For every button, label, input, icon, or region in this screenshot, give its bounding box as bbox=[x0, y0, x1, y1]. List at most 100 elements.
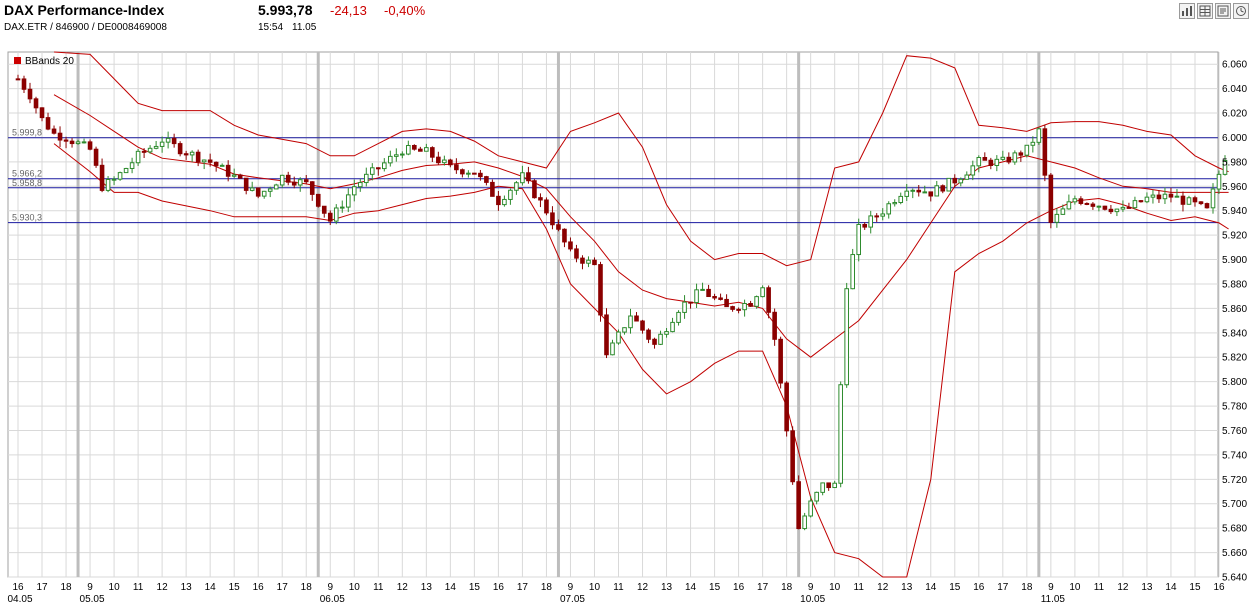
candle-up bbox=[1150, 194, 1156, 198]
candle-up bbox=[694, 289, 699, 303]
candle-down bbox=[448, 159, 453, 166]
candle-up bbox=[946, 177, 952, 192]
candle-down bbox=[526, 172, 531, 182]
candle-up bbox=[904, 190, 910, 197]
candle-up bbox=[958, 178, 964, 184]
candle-up bbox=[844, 288, 849, 386]
candle-down bbox=[604, 314, 609, 356]
candle-down bbox=[706, 288, 711, 298]
x-tick-label: 18 bbox=[541, 582, 553, 593]
candle-up bbox=[153, 145, 159, 149]
candle-down bbox=[1006, 156, 1012, 163]
x-tick-label: 15 bbox=[709, 582, 721, 593]
y-tick-label: 5.820 bbox=[1222, 353, 1247, 364]
candle-down bbox=[796, 481, 801, 530]
candle-up bbox=[586, 259, 591, 264]
candle-up bbox=[1066, 201, 1072, 210]
candle-up bbox=[514, 182, 519, 191]
candle-up bbox=[1120, 206, 1126, 210]
candle-down bbox=[862, 223, 868, 228]
candle-up bbox=[742, 302, 747, 311]
x-tick-label: 14 bbox=[685, 582, 697, 593]
y-tick-label: 5.940 bbox=[1222, 206, 1247, 217]
reference-line-label: 5.958,8 bbox=[12, 178, 42, 188]
candle-down bbox=[784, 382, 789, 432]
y-tick-label: 5.760 bbox=[1222, 426, 1247, 437]
x-tick-label: 16 bbox=[733, 582, 745, 593]
candle-up bbox=[1114, 208, 1120, 213]
x-tick-label: 16 bbox=[1213, 582, 1225, 593]
candle-up bbox=[363, 173, 369, 184]
x-tick-label: 13 bbox=[421, 582, 433, 593]
candle-up bbox=[159, 141, 165, 147]
candle-down bbox=[940, 185, 946, 192]
reference-line-label: 5.930,3 bbox=[12, 213, 42, 223]
candle-down bbox=[652, 338, 657, 345]
y-tick-label: 6.040 bbox=[1222, 84, 1247, 95]
candle-up bbox=[400, 153, 405, 156]
candle-up bbox=[189, 151, 195, 156]
x-tick-label: 17 bbox=[517, 582, 529, 593]
candle-down bbox=[574, 248, 579, 259]
y-tick-label: 5.860 bbox=[1222, 304, 1247, 315]
y-tick-label: 5.780 bbox=[1222, 402, 1247, 413]
candle-down bbox=[93, 148, 99, 166]
x-tick-label: 12 bbox=[1117, 582, 1129, 593]
candle-up bbox=[760, 287, 765, 298]
candle-down bbox=[478, 172, 483, 178]
x-tick-label: 13 bbox=[661, 582, 673, 593]
y-tick-label: 6.000 bbox=[1222, 133, 1247, 144]
dax-candlestick-chart: 5.999,85.966,25.958,85.930,3 5.6405.6605… bbox=[7, 51, 1247, 605]
x-tick-label: 11 bbox=[133, 582, 144, 593]
candle-up bbox=[231, 174, 237, 177]
legend-label-bbands: BBands 20 bbox=[25, 56, 74, 67]
candle-down bbox=[952, 177, 958, 184]
x-day-label: 04.05 bbox=[7, 594, 32, 605]
x-tick-label: 12 bbox=[877, 582, 889, 593]
candle-down bbox=[1204, 203, 1210, 209]
candle-up bbox=[658, 333, 663, 345]
candle-up bbox=[297, 179, 303, 186]
candle-down bbox=[730, 306, 735, 310]
candle-down bbox=[39, 107, 45, 119]
candle-up bbox=[105, 178, 111, 191]
x-day-label: 06.05 bbox=[320, 594, 345, 605]
candle-down bbox=[1078, 198, 1084, 204]
candle-down bbox=[592, 259, 597, 266]
x-tick-label: 15 bbox=[1189, 582, 1201, 593]
y-tick-label: 5.700 bbox=[1222, 499, 1247, 510]
candle-up bbox=[898, 195, 904, 204]
candle-down bbox=[580, 257, 585, 264]
candle-down bbox=[436, 156, 441, 164]
legend-swatch-bbands bbox=[14, 57, 21, 64]
candle-up bbox=[388, 155, 393, 164]
candle-up bbox=[357, 182, 363, 188]
candle-down bbox=[1168, 193, 1174, 198]
candle-down bbox=[556, 224, 561, 230]
candle-up bbox=[75, 141, 81, 145]
x-tick-label: 11 bbox=[373, 582, 384, 593]
candle-up bbox=[838, 384, 843, 484]
candle-up bbox=[970, 165, 976, 176]
candle-up bbox=[165, 137, 171, 143]
candle-up bbox=[201, 159, 207, 163]
candle-up bbox=[1162, 193, 1168, 200]
candle-up bbox=[508, 189, 513, 200]
candle-down bbox=[1156, 194, 1162, 200]
candle-up bbox=[369, 167, 375, 175]
candle-down bbox=[418, 148, 423, 152]
candle-down bbox=[195, 151, 201, 163]
candle-up bbox=[339, 206, 345, 209]
candle-up bbox=[117, 172, 123, 180]
candle-down bbox=[748, 302, 753, 307]
candle-down bbox=[1108, 208, 1114, 213]
y-tick-label: 5.740 bbox=[1222, 450, 1247, 461]
candle-down bbox=[430, 147, 435, 158]
candle-up bbox=[111, 178, 117, 181]
candle-down bbox=[646, 329, 651, 340]
candle-down bbox=[982, 156, 988, 161]
candle-down bbox=[538, 197, 543, 201]
candle-up bbox=[279, 174, 285, 186]
x-tick-label: 17 bbox=[36, 582, 48, 593]
candle-up bbox=[802, 515, 807, 530]
